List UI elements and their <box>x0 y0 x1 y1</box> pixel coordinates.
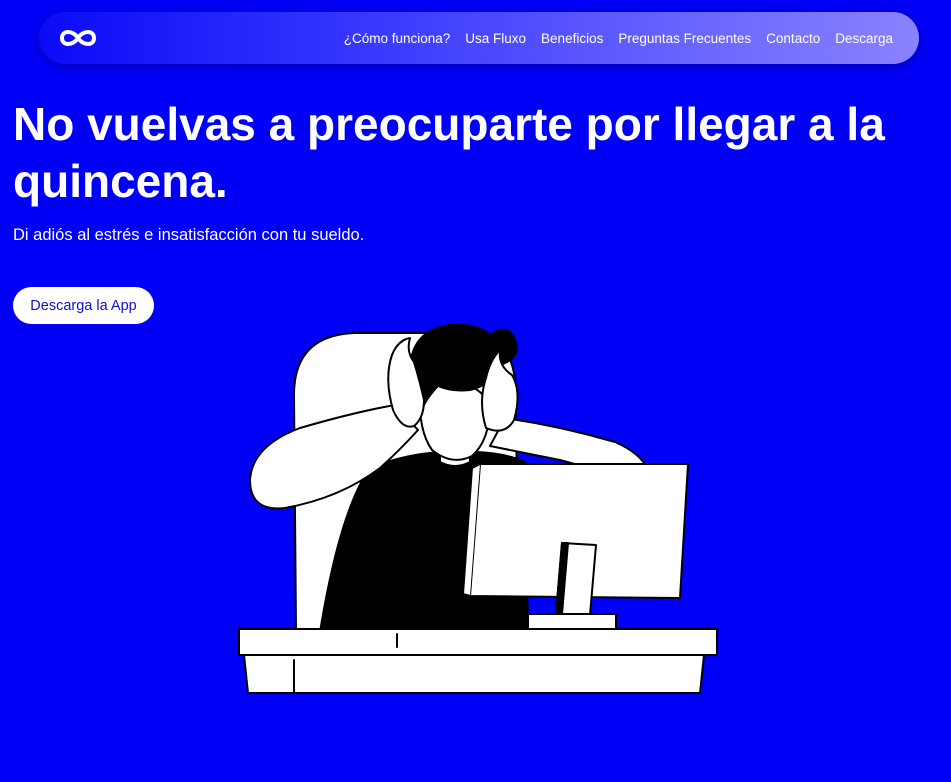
navbar: ¿Cómo funciona? Usa Fluxo Beneficios Pre… <box>39 12 919 64</box>
nav-link-como-funciona[interactable]: ¿Cómo funciona? <box>344 31 451 46</box>
nav-link-beneficios[interactable]: Beneficios <box>541 31 603 46</box>
nav-link-descarga[interactable]: Descarga <box>835 31 893 46</box>
infinity-icon[interactable] <box>57 26 99 50</box>
nav-link-preguntas-frecuentes[interactable]: Preguntas Frecuentes <box>618 31 751 46</box>
stressed-person-at-computer-illustration <box>238 323 718 694</box>
nav-links: ¿Cómo funciona? Usa Fluxo Beneficios Pre… <box>344 12 893 64</box>
nav-link-usa-fluxo[interactable]: Usa Fluxo <box>465 31 526 46</box>
download-app-button[interactable]: Descarga la App <box>13 287 154 324</box>
desk-front <box>243 654 705 694</box>
monitor-base <box>527 613 617 631</box>
hero-title: No vuelvas a preocuparte por llegar a la… <box>13 98 885 207</box>
nav-link-contacto[interactable]: Contacto <box>766 31 820 46</box>
desk-top <box>238 628 718 656</box>
hero-subtitle: Di adiós al estrés e insatisfacción con … <box>13 226 365 244</box>
